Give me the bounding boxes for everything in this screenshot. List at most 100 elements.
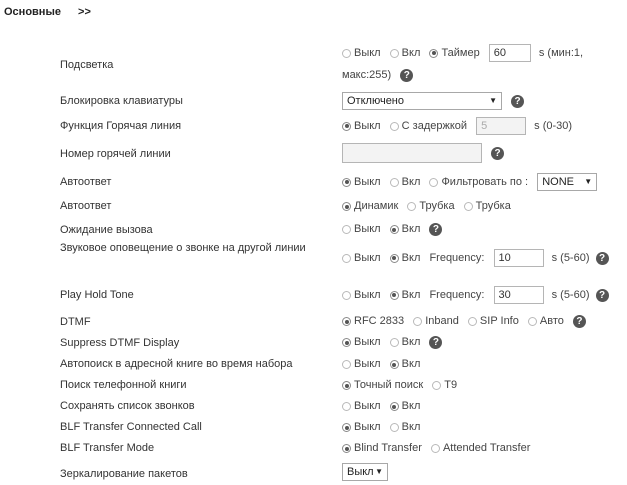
hold-tone-help-icon[interactable]: ? xyxy=(595,288,609,302)
dtmf-auto-radio[interactable] xyxy=(527,317,537,326)
autoanswer-on-radio[interactable] xyxy=(389,177,399,187)
suppress-dtmf-control: Выкл Вкл ? xyxy=(342,335,443,349)
hotline-off-label: Выкл xyxy=(354,119,381,132)
blf-attended-radio[interactable] xyxy=(430,444,440,453)
ring-other-freq-input[interactable]: 10 xyxy=(493,249,544,267)
ring-other-on-label: Вкл xyxy=(401,251,421,264)
backlight-control-line2: макс:255) ? xyxy=(342,68,414,82)
keylock-help-icon[interactable]: ? xyxy=(511,94,525,108)
section-title: Основные xyxy=(4,6,61,18)
backlight-label: Подсветка xyxy=(60,59,114,71)
suppress-dtmf-on-radio[interactable] xyxy=(389,338,399,347)
hold-tone-off-radio[interactable] xyxy=(342,290,351,300)
save-call-log-off-label: Выкл xyxy=(354,400,381,412)
autosearch-off-radio[interactable] xyxy=(342,360,351,369)
phonebook-exact-radio[interactable] xyxy=(342,381,351,390)
blf-connected-control: Выкл Вкл xyxy=(342,420,426,434)
save-call-log-off-radio[interactable] xyxy=(342,402,351,411)
dtmf-inband-radio[interactable] xyxy=(413,317,423,326)
hotline-label: Функция Горячая линия xyxy=(60,120,182,132)
dtmf-auto-label: Авто xyxy=(539,315,564,327)
ring-other-line-label: Звуковое оповещение о звонке на другой л… xyxy=(60,242,306,254)
call-waiting-off-radio[interactable] xyxy=(342,225,351,234)
save-call-log-control: Выкл Вкл xyxy=(342,399,426,413)
ring-other-help-icon[interactable]: ? xyxy=(595,251,609,265)
autoanswer-speaker-radio[interactable] xyxy=(342,202,351,211)
packet-mirror-label: Зеркалирование пакетов xyxy=(60,468,188,480)
autoanswer-filter-value: NONE xyxy=(542,176,574,188)
blf-blind-radio[interactable] xyxy=(342,444,351,453)
keylock-select[interactable]: Отключено ▼ xyxy=(342,92,502,110)
call-waiting-label: Ожидание вызова xyxy=(60,224,153,236)
autosearch-label: Автопоиск в адресной книге во время набо… xyxy=(60,358,293,370)
chevron-down-icon: ▼ xyxy=(584,177,593,186)
keylock-select-value: Отключено xyxy=(347,95,404,107)
ring-other-off-radio[interactable] xyxy=(342,253,351,263)
dtmf-rfc2833-radio[interactable] xyxy=(342,317,351,326)
blf-connected-off-label: Выкл xyxy=(354,421,381,433)
autoanswer-2-label: Автоответ xyxy=(60,200,112,212)
dtmf-rfc2833-label: RFC 2833 xyxy=(354,315,405,327)
packet-mirror-select[interactable]: Выкл ▼ xyxy=(342,463,388,481)
suppress-dtmf-label: Suppress DTMF Display xyxy=(60,337,180,349)
backlight-timer-input[interactable]: 60 xyxy=(488,44,531,62)
suppress-dtmf-off-radio[interactable] xyxy=(342,338,351,347)
keylock-control: Отключено ▼ ? xyxy=(342,92,525,110)
autoanswer-handset2-radio[interactable] xyxy=(463,202,473,211)
autoanswer-filter-radio[interactable] xyxy=(429,177,439,187)
ring-other-off-label: Выкл xyxy=(354,251,381,264)
phonebook-t9-radio[interactable] xyxy=(432,381,442,390)
blf-connected-label: BLF Transfer Connected Call xyxy=(60,421,202,433)
backlight-timer-radio[interactable] xyxy=(429,48,439,58)
section-header: Основные >> xyxy=(4,6,91,18)
backlight-on-radio[interactable] xyxy=(389,48,399,58)
hotline-delay-label: С задержкой xyxy=(401,119,468,132)
call-waiting-off-label: Выкл xyxy=(354,223,381,235)
save-call-log-label: Сохранять список звонков xyxy=(60,400,195,412)
hold-tone-on-radio[interactable] xyxy=(389,290,399,300)
call-waiting-help-icon[interactable]: ? xyxy=(429,222,443,236)
backlight-help-icon[interactable]: ? xyxy=(400,68,414,82)
backlight-unit-max: макс:255) xyxy=(342,69,392,81)
phonebook-search-label: Поиск телефонной книги xyxy=(60,379,187,391)
autosearch-on-radio[interactable] xyxy=(389,360,399,369)
hotline-delay-input[interactable]: 5 xyxy=(476,117,527,135)
autoanswer-off-radio[interactable] xyxy=(342,177,351,187)
blf-blind-label: Blind Transfer xyxy=(354,442,422,454)
hold-tone-freq-label: Frequency: xyxy=(429,288,485,301)
play-hold-tone-control: Выкл Вкл Frequency: 30 s (5-60) ? xyxy=(342,286,609,304)
hotline-number-input[interactable] xyxy=(342,143,482,163)
keylock-label: Блокировка клавиатуры xyxy=(60,95,183,107)
suppress-dtmf-help-icon[interactable]: ? xyxy=(429,335,443,349)
ring-other-on-radio[interactable] xyxy=(389,253,399,263)
hotline-off-radio[interactable] xyxy=(342,121,351,131)
backlight-timer-label: Таймер xyxy=(441,46,480,59)
backlight-off-label: Выкл xyxy=(354,46,381,59)
autoanswer-handset2-label: Трубка xyxy=(475,200,511,212)
autoanswer-filter-select[interactable]: NONE ▼ xyxy=(537,173,598,191)
call-waiting-control: Выкл Вкл ? xyxy=(342,222,443,236)
hold-tone-freq-input[interactable]: 30 xyxy=(493,286,544,304)
autoanswer-2-control: Динамик Трубка Трубка xyxy=(342,199,517,213)
play-hold-tone-label: Play Hold Tone xyxy=(60,289,134,301)
ring-other-unit: s (5-60) xyxy=(551,251,590,264)
save-call-log-on-radio[interactable] xyxy=(389,402,399,411)
hotline-number-help-icon[interactable]: ? xyxy=(491,146,505,160)
blf-attended-label: Attended Transfer xyxy=(442,442,531,454)
dtmf-help-icon[interactable]: ? xyxy=(572,314,586,328)
chevron-down-icon: ▼ xyxy=(375,467,383,476)
blf-connected-off-radio[interactable] xyxy=(342,423,351,432)
autoanswer-handset-radio[interactable] xyxy=(407,202,417,211)
blf-connected-on-label: Вкл xyxy=(401,421,421,433)
blf-mode-label: BLF Transfer Mode xyxy=(60,442,155,454)
hotline-delay-radio[interactable] xyxy=(389,121,399,131)
dtmf-sipinfo-radio[interactable] xyxy=(467,317,477,326)
expand-arrows[interactable]: >> xyxy=(78,6,91,18)
autoanswer-on-label: Вкл xyxy=(401,175,421,188)
phonebook-exact-label: Точный поиск xyxy=(354,379,424,391)
backlight-off-radio[interactable] xyxy=(342,48,351,58)
hold-tone-off-label: Выкл xyxy=(354,288,381,301)
dtmf-inband-label: Inband xyxy=(425,315,459,327)
call-waiting-on-radio[interactable] xyxy=(389,225,399,234)
blf-connected-on-radio[interactable] xyxy=(389,423,399,432)
